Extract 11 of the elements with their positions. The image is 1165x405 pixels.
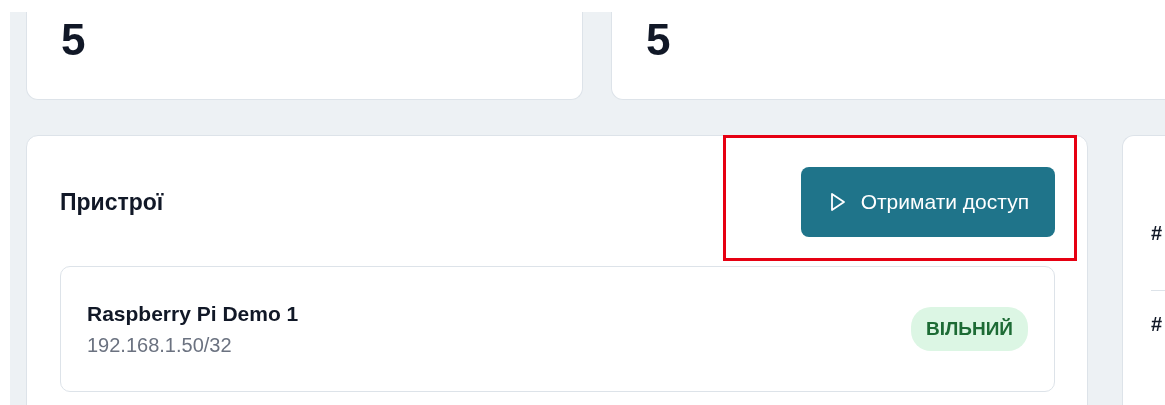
stat-value: 5 <box>61 14 86 65</box>
panel-title: Пристрої <box>60 188 164 216</box>
status-badge: ВІЛЬНИЙ <box>910 307 1028 351</box>
device-name: Raspberry Pi Demo 1 <box>87 301 299 326</box>
item-title: # <box>1151 313 1163 336</box>
device-address: 192.168.1.50/32 <box>87 333 233 357</box>
play-icon <box>828 192 847 212</box>
device-card[interactable]: Raspberry Pi Demo 1 192.168.1.50/32 ВІЛЬНИЙ <box>60 266 1055 392</box>
item-title: # <box>1151 222 1163 245</box>
access-button[interactable]: Отримати доступ <box>800 167 1055 237</box>
stat-value: 5 <box>646 14 671 65</box>
